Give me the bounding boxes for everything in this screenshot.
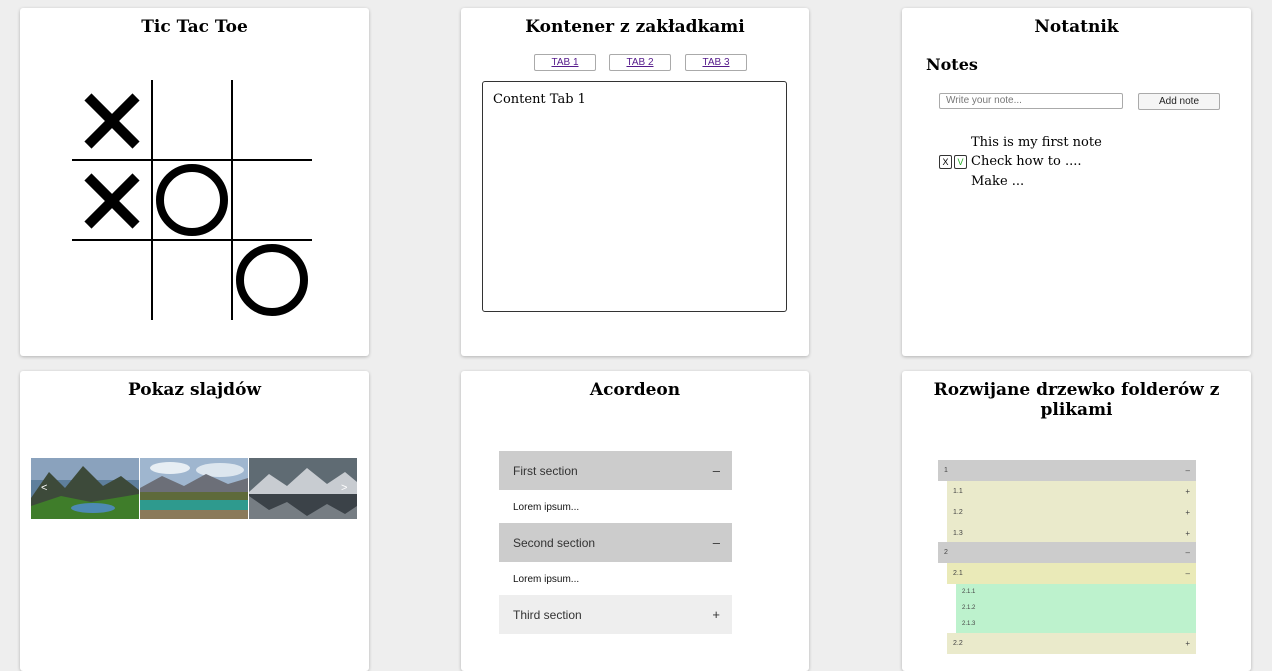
tree-card: Rozwijane drzewko folderów z plikami 1– … <box>902 371 1251 671</box>
tree-node-label: 2.1.2 <box>962 605 976 611</box>
tree-node-label: 2.1 <box>953 570 963 577</box>
accordion-title: Acordeon <box>589 380 681 400</box>
tabs-card: Kontener z zakładkami TAB 1 TAB 2 TAB 3 … <box>461 8 809 356</box>
expand-icon: + <box>1185 487 1190 496</box>
tab-2-button[interactable]: TAB 2 <box>609 54 671 71</box>
tree-title: Rozwijane drzewko folderów z plikami <box>933 380 1220 420</box>
board-cell[interactable] <box>152 240 232 320</box>
tree-file[interactable]: 2.1.3 <box>956 617 1196 633</box>
tree-node[interactable]: 1.1 + <box>947 481 1196 502</box>
board-cell[interactable] <box>72 80 152 160</box>
o-mark-icon <box>236 244 308 316</box>
tree-file[interactable]: 2.1.1 <box>956 584 1196 601</box>
collapse-icon: – <box>712 463 720 478</box>
expand-icon: + <box>712 607 720 622</box>
board-cell[interactable] <box>232 160 312 240</box>
accordion-section-third[interactable]: Third section + <box>499 595 732 634</box>
collapse-icon: – <box>1185 548 1190 557</box>
expand-icon: + <box>1185 639 1190 648</box>
slideshow-card: Pokaz slajdów < > <box>20 371 369 671</box>
board-cell[interactable] <box>232 80 312 160</box>
board-cell[interactable] <box>72 240 152 320</box>
tab-1-button[interactable]: TAB 1 <box>534 54 596 71</box>
board-cell[interactable] <box>232 240 312 320</box>
tree-node-label: 2.1.1 <box>962 589 976 595</box>
expand-icon: + <box>1185 508 1190 517</box>
tree-node-label: 1 <box>944 467 948 474</box>
tree-node-label: 1.1 <box>953 488 963 495</box>
tree-node[interactable]: 1.2 + <box>947 502 1196 523</box>
tabs-title: Kontener z zakładkami <box>525 17 745 37</box>
tree-file[interactable]: 2.1.2 <box>956 601 1196 617</box>
tab-content-panel: Content Tab 1 <box>482 81 787 312</box>
notes-heading: Notes <box>926 55 978 74</box>
slide-image-lake <box>140 458 248 519</box>
tree-node[interactable]: 2.1 – <box>947 563 1196 584</box>
accordion-section-first[interactable]: First section – <box>499 451 732 490</box>
collapse-icon: – <box>1185 466 1190 475</box>
tree-node[interactable]: 1– <box>938 460 1196 481</box>
slideshow-next-button[interactable]: > <box>341 482 347 494</box>
note-controls: XV <box>939 155 969 174</box>
board-cell[interactable] <box>152 80 232 160</box>
tictactoe-card: Tic Tac Toe <box>20 8 369 356</box>
tab-3-button[interactable]: TAB 3 <box>685 54 747 71</box>
note-item: Check how to .... <box>971 154 1082 169</box>
done-note-button[interactable]: V <box>954 155 967 169</box>
tree-node-label: 1.2 <box>953 509 963 516</box>
tree-node-label: 2 <box>944 549 948 556</box>
board-cell[interactable] <box>72 160 152 240</box>
note-item: Make ... <box>971 174 1025 189</box>
tree-node-label: 1.3 <box>953 530 963 537</box>
accordion-body: Lorem ipsum... <box>513 574 580 585</box>
x-mark-icon <box>80 88 144 152</box>
accordion-section-label: Third section <box>513 608 582 622</box>
add-note-button[interactable]: Add note <box>1138 93 1220 110</box>
note-input[interactable]: Write your note... <box>939 93 1123 109</box>
tictactoe-board <box>72 80 312 320</box>
board-cell[interactable] <box>152 160 232 240</box>
collapse-icon: – <box>712 535 720 550</box>
tree-node-label: 2.2 <box>953 640 963 647</box>
tree-node[interactable]: 2.2 + <box>947 633 1196 654</box>
accordion-section-label: Second section <box>513 536 596 550</box>
tree-node[interactable]: 2– <box>938 542 1196 563</box>
notebook-title: Notatnik <box>1034 17 1119 37</box>
accordion-card: Acordeon First section – Lorem ipsum... … <box>461 371 809 671</box>
tictactoe-title: Tic Tac Toe <box>141 17 248 37</box>
expand-icon: + <box>1185 529 1190 538</box>
accordion-body: Lorem ipsum... <box>513 502 580 513</box>
slideshow-title: Pokaz slajdów <box>127 380 262 400</box>
tab-content-text: Content Tab 1 <box>493 92 586 107</box>
tree-node-label: 2.1.3 <box>962 621 976 627</box>
notebook-card: Notatnik Notes Write your note... Add no… <box>902 8 1251 356</box>
collapse-icon: – <box>1185 569 1190 578</box>
o-mark-icon <box>156 164 228 236</box>
accordion-section-second[interactable]: Second section – <box>499 523 732 562</box>
slideshow-prev-button[interactable]: < <box>41 482 47 494</box>
x-mark-icon <box>80 168 144 232</box>
delete-note-button[interactable]: X <box>939 155 952 169</box>
accordion-section-label: First section <box>513 464 578 478</box>
note-item: This is my first note <box>971 135 1102 150</box>
slideshow-strip: < > <box>31 458 358 519</box>
tree-node[interactable]: 1.3 + <box>947 523 1196 544</box>
